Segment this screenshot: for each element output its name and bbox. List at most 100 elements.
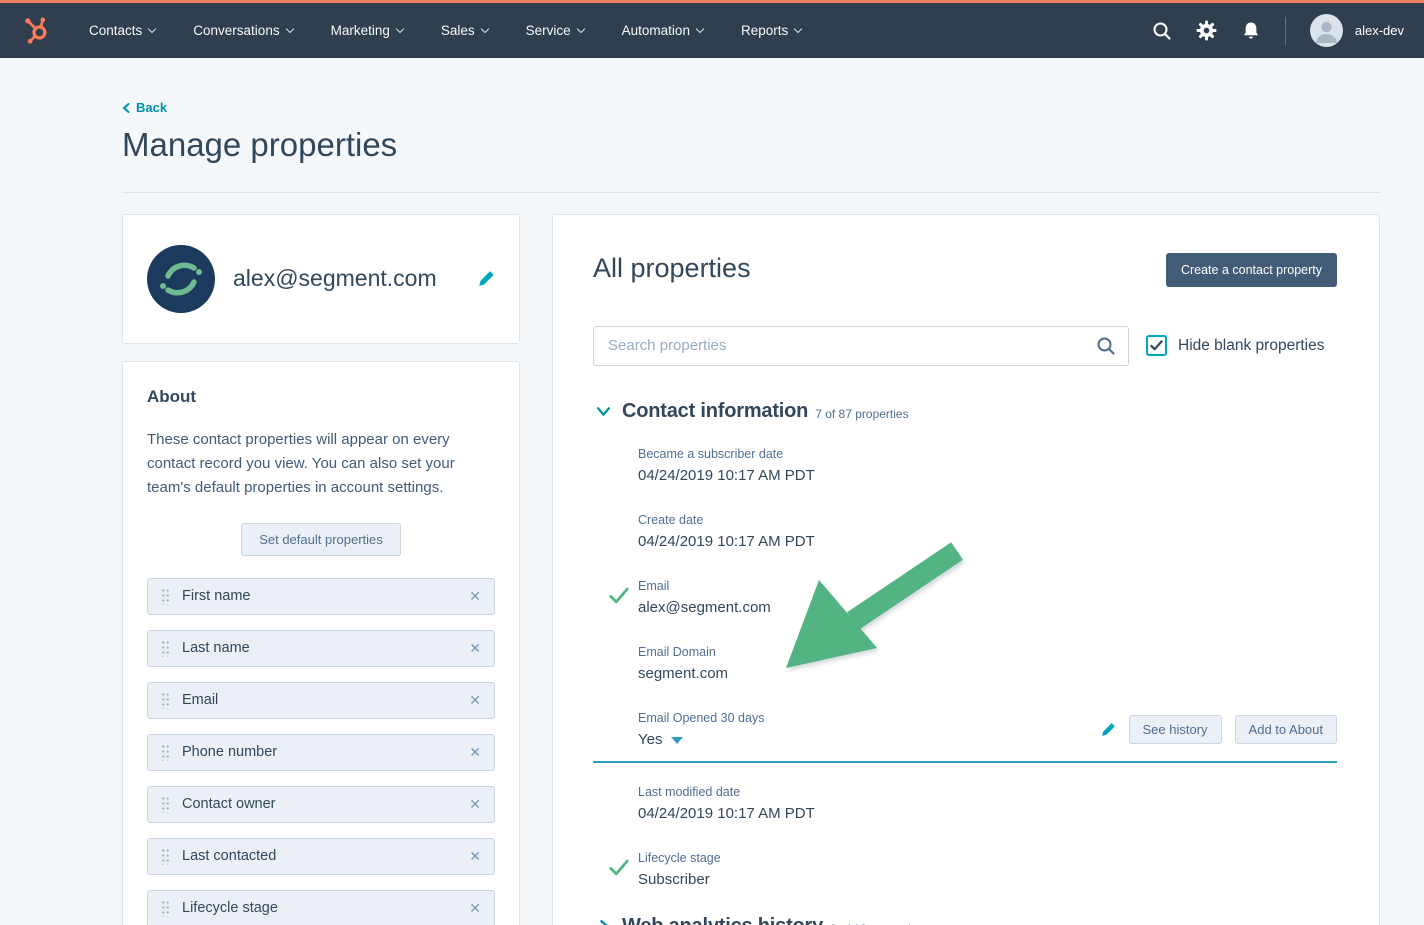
nav-item-conversations[interactable]: Conversations	[193, 23, 292, 38]
create-contact-property-button[interactable]: Create a contact property	[1166, 253, 1337, 287]
contact-information-rows: Became a subscriber date 04/24/2019 10:1…	[593, 439, 1337, 897]
nav-item-label: Service	[526, 23, 571, 38]
property-row-became-subscriber-date[interactable]: Became a subscriber date 04/24/2019 10:1…	[593, 439, 1337, 493]
chevron-down-icon	[148, 25, 156, 33]
property-value: alex@segment.com	[638, 599, 1337, 616]
pill-label: Contact owner	[182, 796, 469, 812]
property-row-email[interactable]: Email alex@segment.com	[593, 571, 1337, 625]
green-check-icon	[609, 587, 629, 609]
see-history-button[interactable]: See history	[1129, 715, 1222, 744]
all-properties-panel: All properties Create a contact property	[552, 214, 1380, 925]
chevron-down-icon	[576, 25, 584, 33]
drag-handle-icon[interactable]	[161, 691, 169, 709]
section-header-contact-information[interactable]: Contact information 7 of 87 properties	[593, 400, 1337, 423]
remove-icon[interactable]: ✕	[469, 849, 481, 863]
edit-pencil-icon[interactable]	[1101, 722, 1116, 737]
nav-item-contacts[interactable]: Contacts	[89, 23, 155, 38]
hide-blank-properties-toggle[interactable]: Hide blank properties	[1146, 335, 1324, 356]
property-value: 04/24/2019 10:17 AM PDT	[638, 805, 1337, 822]
drag-handle-icon[interactable]	[161, 899, 169, 917]
chevron-down-icon	[396, 25, 404, 33]
remove-icon[interactable]: ✕	[469, 641, 481, 655]
pill-label: Last contacted	[182, 848, 469, 864]
property-label: Lifecycle stage	[638, 851, 1337, 865]
property-row-email-domain[interactable]: Email Domain segment.com	[593, 637, 1337, 691]
drag-handle-icon[interactable]	[161, 847, 169, 865]
remove-icon[interactable]: ✕	[469, 745, 481, 759]
nav-item-reports[interactable]: Reports	[741, 23, 801, 38]
remove-icon[interactable]: ✕	[469, 797, 481, 811]
property-row-lifecycle-stage[interactable]: Lifecycle stage Subscriber	[593, 843, 1337, 897]
section-count: 7 of 87 properties	[815, 401, 908, 421]
chevron-down-icon	[480, 25, 488, 33]
nav-divider	[1285, 17, 1286, 45]
drag-handle-icon[interactable]	[161, 639, 169, 657]
drag-handle-icon[interactable]	[161, 587, 169, 605]
property-value: 04/24/2019 10:17 AM PDT	[638, 533, 1337, 550]
gear-icon[interactable]	[1196, 20, 1217, 41]
property-value: segment.com	[638, 665, 1337, 682]
set-default-properties-button[interactable]: Set default properties	[241, 523, 401, 556]
bell-icon[interactable]	[1241, 21, 1261, 41]
default-properties-list: First name ✕ Last name ✕ Email ✕	[147, 578, 495, 925]
property-pill-email[interactable]: Email ✕	[147, 682, 495, 719]
nav-item-label: Conversations	[193, 23, 279, 38]
back-link[interactable]: Back	[122, 100, 167, 115]
property-label: Email	[638, 579, 1337, 593]
chevron-down-icon	[285, 25, 293, 33]
chevron-right-icon[interactable]	[595, 918, 612, 925]
chevron-left-icon	[122, 103, 130, 113]
drag-handle-icon[interactable]	[161, 743, 169, 761]
nav-item-label: Marketing	[331, 23, 390, 38]
property-label: Email Domain	[638, 645, 1337, 659]
segment-logo	[147, 245, 215, 313]
remove-icon[interactable]: ✕	[469, 901, 481, 915]
add-to-about-button[interactable]: Add to About	[1235, 715, 1337, 744]
hide-blank-checkbox[interactable]	[1146, 335, 1167, 356]
property-value: Subscriber	[638, 871, 1337, 888]
about-card: About These contact properties will appe…	[122, 361, 520, 925]
user-name: alex-dev	[1355, 23, 1404, 38]
property-pill-last-contacted[interactable]: Last contacted ✕	[147, 838, 495, 875]
nav-item-marketing[interactable]: Marketing	[331, 23, 403, 38]
nav-item-automation[interactable]: Automation	[622, 23, 703, 38]
chevron-down-icon[interactable]	[595, 403, 612, 420]
nav-item-label: Automation	[622, 23, 690, 38]
property-pill-contact-owner[interactable]: Contact owner ✕	[147, 786, 495, 823]
nav-item-sales[interactable]: Sales	[441, 23, 488, 38]
dropdown-caret-icon[interactable]	[671, 737, 683, 744]
nav-item-label: Reports	[741, 23, 788, 38]
nav-item-label: Sales	[441, 23, 475, 38]
hide-blank-label: Hide blank properties	[1178, 337, 1324, 355]
search-icon[interactable]	[1096, 336, 1116, 361]
nav-item-service[interactable]: Service	[526, 23, 584, 38]
avatar	[1310, 14, 1343, 47]
section-header-web-analytics-history[interactable]: Web analytics history 8 of 18 properties	[593, 915, 1337, 925]
nav-menu: Contacts Conversations Marketing Sales S…	[89, 23, 801, 38]
remove-icon[interactable]: ✕	[469, 589, 481, 603]
chevron-down-icon	[696, 25, 704, 33]
profile-card: alex@segment.com	[122, 214, 520, 344]
property-row-last-modified-date[interactable]: Last modified date 04/24/2019 10:17 AM P…	[593, 777, 1337, 831]
search-box	[593, 326, 1129, 366]
section-title: Contact information	[622, 400, 808, 423]
property-pill-phone-number[interactable]: Phone number ✕	[147, 734, 495, 771]
nav-item-label: Contacts	[89, 23, 142, 38]
hubspot-logo-icon[interactable]	[22, 15, 53, 46]
edit-email-pencil-icon[interactable]	[478, 270, 495, 287]
property-row-create-date[interactable]: Create date 04/24/2019 10:17 AM PDT	[593, 505, 1337, 559]
about-title: About	[147, 387, 495, 407]
search-properties-input[interactable]	[593, 326, 1129, 366]
drag-handle-icon[interactable]	[161, 795, 169, 813]
property-label: Became a subscriber date	[638, 447, 1337, 461]
remove-icon[interactable]: ✕	[469, 693, 481, 707]
user-menu[interactable]: alex-dev	[1310, 14, 1404, 47]
property-pill-lifecycle-stage[interactable]: Lifecycle stage ✕	[147, 890, 495, 925]
property-pill-last-name[interactable]: Last name ✕	[147, 630, 495, 667]
pill-label: First name	[182, 588, 469, 604]
property-row-email-opened-30-days[interactable]: Email Opened 30 days Yes See history Add…	[593, 703, 1337, 763]
back-label: Back	[136, 100, 167, 115]
property-pill-first-name[interactable]: First name ✕	[147, 578, 495, 615]
search-icon[interactable]	[1152, 21, 1172, 41]
property-label: Create date	[638, 513, 1337, 527]
